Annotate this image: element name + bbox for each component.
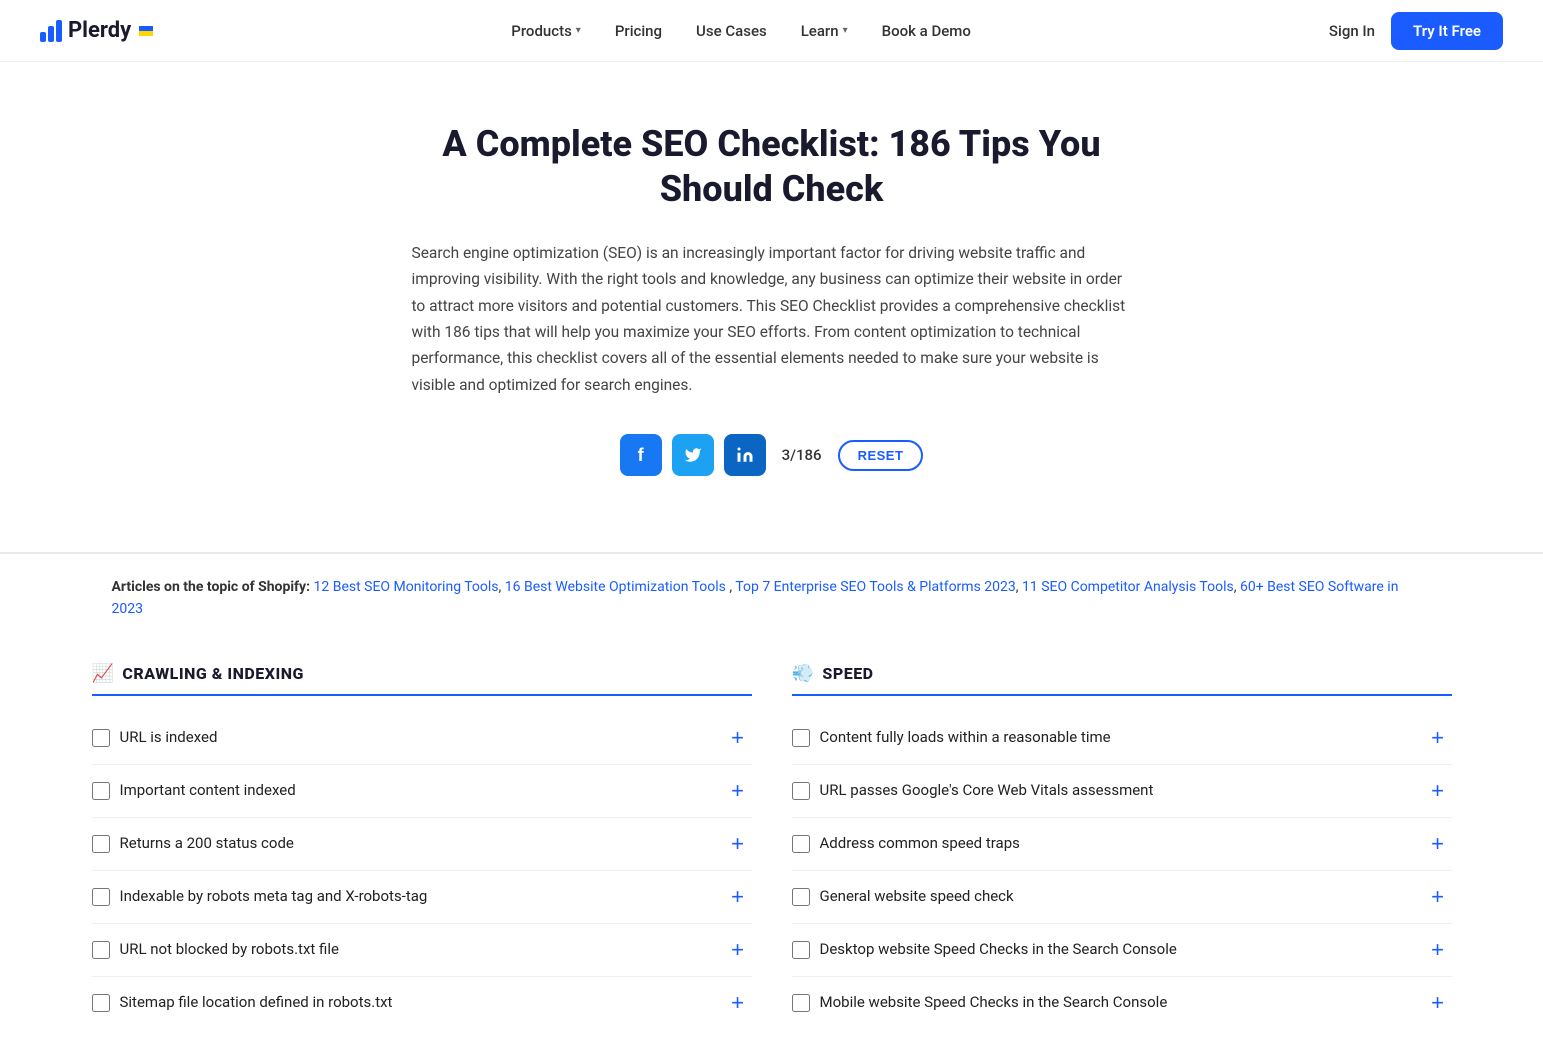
expand-button[interactable]: + bbox=[724, 883, 752, 911]
crawling-title: CRAWLING & INDEXING bbox=[122, 664, 303, 683]
article-link-4[interactable]: 11 SEO Competitor Analysis Tools bbox=[1022, 579, 1234, 595]
item-label: General website speed check bbox=[820, 886, 1414, 907]
chevron-down-icon: ▾ bbox=[843, 25, 848, 36]
articles-row: Articles on the topic of Shopify: 12 Bes… bbox=[72, 554, 1472, 643]
twitter-share-button[interactable] bbox=[672, 434, 714, 476]
expand-button[interactable]: + bbox=[724, 777, 752, 805]
linkedin-share-button[interactable] bbox=[724, 434, 766, 476]
list-item: General website speed check + bbox=[792, 871, 1452, 924]
item-label: Sitemap file location defined in robots.… bbox=[120, 992, 714, 1013]
checkbox-robots-meta[interactable] bbox=[92, 888, 110, 906]
expand-button[interactable]: + bbox=[1424, 883, 1452, 911]
checkbox-content-loads[interactable] bbox=[792, 729, 810, 747]
try-free-button[interactable]: Try It Free bbox=[1391, 12, 1503, 50]
navbar: Plerdy Products ▾ Pricing Use Cases Lear… bbox=[0, 0, 1543, 62]
linkedin-icon bbox=[736, 446, 754, 464]
nav-right: Sign In Try It Free bbox=[1329, 12, 1503, 50]
logo-icon bbox=[40, 20, 62, 42]
checklist-counter: 3/186 bbox=[782, 446, 822, 464]
nav-learn[interactable]: Learn ▾ bbox=[787, 14, 862, 48]
articles-prefix: Articles on the topic of Shopify: bbox=[112, 579, 311, 595]
checkbox-robots-txt[interactable] bbox=[92, 941, 110, 959]
crawling-header: 📈 CRAWLING & INDEXING bbox=[92, 663, 752, 696]
speed-column: 💨 SPEED Content fully loads within a rea… bbox=[772, 643, 1472, 1049]
expand-button[interactable]: + bbox=[1424, 989, 1452, 1017]
list-item: Important content indexed + bbox=[92, 765, 752, 818]
ukraine-flag-icon bbox=[139, 26, 153, 36]
list-item: Returns a 200 status code + bbox=[92, 818, 752, 871]
checkbox-general-speed[interactable] bbox=[792, 888, 810, 906]
reset-button[interactable]: RESET bbox=[838, 440, 924, 471]
speed-icon: 💨 bbox=[792, 663, 815, 684]
signin-link[interactable]: Sign In bbox=[1329, 22, 1375, 40]
list-item: URL is indexed + bbox=[92, 712, 752, 765]
speed-title: SPEED bbox=[822, 664, 873, 683]
nav-products[interactable]: Products ▾ bbox=[497, 14, 595, 48]
expand-button[interactable]: + bbox=[724, 724, 752, 752]
item-label: URL passes Google's Core Web Vitals asse… bbox=[820, 780, 1414, 801]
item-label: Important content indexed bbox=[120, 780, 714, 801]
item-label: Returns a 200 status code bbox=[120, 833, 714, 854]
hero-description: Search engine optimization (SEO) is an i… bbox=[412, 240, 1132, 398]
list-item: Address common speed traps + bbox=[792, 818, 1452, 871]
item-label: Indexable by robots meta tag and X-robot… bbox=[120, 886, 714, 907]
expand-button[interactable]: + bbox=[1424, 830, 1452, 858]
checkbox-sitemap-robots[interactable] bbox=[92, 994, 110, 1012]
checkbox-desktop-speed[interactable] bbox=[792, 941, 810, 959]
chevron-down-icon: ▾ bbox=[576, 25, 581, 36]
item-label: URL not blocked by robots.txt file bbox=[120, 939, 714, 960]
item-label: Desktop website Speed Checks in the Sear… bbox=[820, 939, 1414, 960]
list-item: Sitemap file location defined in robots.… bbox=[92, 977, 752, 1029]
item-label: Mobile website Speed Checks in the Searc… bbox=[820, 992, 1414, 1013]
expand-button[interactable]: + bbox=[1424, 777, 1452, 805]
list-item: URL not blocked by robots.txt file + bbox=[92, 924, 752, 977]
list-item: URL passes Google's Core Web Vitals asse… bbox=[792, 765, 1452, 818]
nav-use-cases[interactable]: Use Cases bbox=[682, 14, 781, 48]
nav-links: Products ▾ Pricing Use Cases Learn ▾ Boo… bbox=[497, 14, 985, 48]
social-row: f 3/186 RESET bbox=[412, 434, 1132, 476]
facebook-share-button[interactable]: f bbox=[620, 434, 662, 476]
checklist-grid: 📈 CRAWLING & INDEXING URL is indexed + I… bbox=[42, 643, 1502, 1049]
hero-section: A Complete SEO Checklist: 186 Tips You S… bbox=[372, 62, 1172, 552]
item-label: Content fully loads within a reasonable … bbox=[820, 727, 1414, 748]
checkbox-url-indexed[interactable] bbox=[92, 729, 110, 747]
checkbox-important-content[interactable] bbox=[92, 782, 110, 800]
expand-button[interactable]: + bbox=[724, 989, 752, 1017]
article-link-1[interactable]: 12 Best SEO Monitoring Tools bbox=[314, 579, 499, 595]
crawling-column: 📈 CRAWLING & INDEXING URL is indexed + I… bbox=[72, 643, 772, 1049]
expand-button[interactable]: + bbox=[1424, 936, 1452, 964]
logo-text: Plerdy bbox=[68, 18, 131, 43]
twitter-icon bbox=[684, 446, 702, 464]
list-item: Indexable by robots meta tag and X-robot… bbox=[92, 871, 752, 924]
crawling-icon: 📈 bbox=[92, 663, 115, 684]
list-item: Desktop website Speed Checks in the Sear… bbox=[792, 924, 1452, 977]
list-item: Content fully loads within a reasonable … bbox=[792, 712, 1452, 765]
list-item: Mobile website Speed Checks in the Searc… bbox=[792, 977, 1452, 1029]
nav-pricing[interactable]: Pricing bbox=[601, 14, 676, 48]
item-label: Address common speed traps bbox=[820, 833, 1414, 854]
expand-button[interactable]: + bbox=[724, 936, 752, 964]
checkbox-core-web-vitals[interactable] bbox=[792, 782, 810, 800]
speed-header: 💨 SPEED bbox=[792, 663, 1452, 696]
nav-book-demo[interactable]: Book a Demo bbox=[868, 14, 985, 48]
article-link-3[interactable]: Top 7 Enterprise SEO Tools & Platforms 2… bbox=[735, 579, 1015, 595]
page-title: A Complete SEO Checklist: 186 Tips You S… bbox=[412, 122, 1132, 212]
checkbox-mobile-speed[interactable] bbox=[792, 994, 810, 1012]
logo-link[interactable]: Plerdy bbox=[40, 18, 153, 43]
expand-button[interactable]: + bbox=[1424, 724, 1452, 752]
item-label: URL is indexed bbox=[120, 727, 714, 748]
article-link-2[interactable]: 16 Best Website Optimization Tools bbox=[505, 579, 726, 595]
expand-button[interactable]: + bbox=[724, 830, 752, 858]
